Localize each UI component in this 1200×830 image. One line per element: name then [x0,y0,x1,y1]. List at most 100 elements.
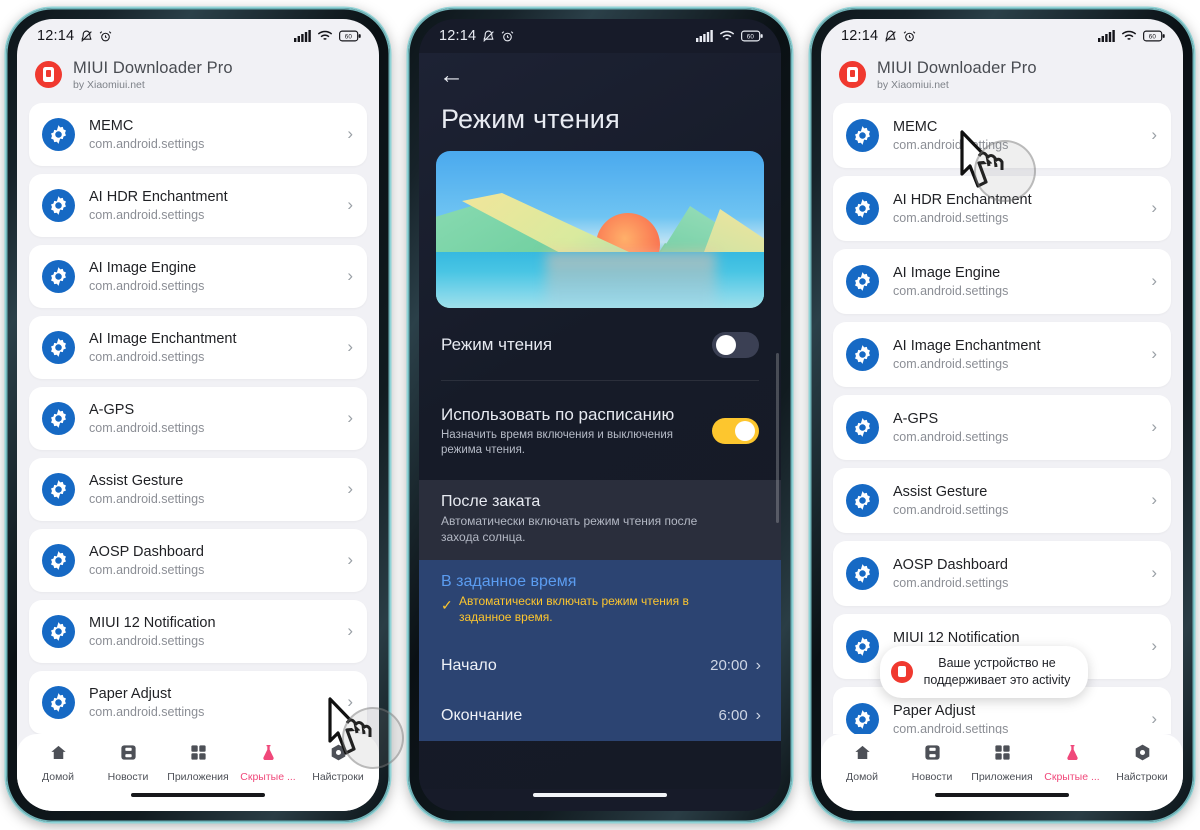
nav-item-apps[interactable]: Приложения [163,743,233,783]
chevron-right-icon: › [1151,563,1157,583]
nav-item-home[interactable]: Домой [827,743,897,783]
option-after-sunset[interactable]: После заката Автоматически включать режи… [419,479,781,561]
chevron-right-icon: › [1151,636,1157,656]
svg-text:60: 60 [345,34,353,41]
list-item[interactable]: AI HDR Enchantment com.android.settings … [29,173,367,237]
scrollbar[interactable] [776,353,779,523]
list-item[interactable]: A-GPS com.android.settings › [29,386,367,450]
bell-muted-icon [80,30,93,43]
app-list-right[interactable]: MEMC com.android.settings › AI HDR Encha… [821,102,1183,734]
list-item-package: com.android.settings [89,492,205,507]
wifi-icon [719,30,735,42]
chevron-right-icon: › [347,479,353,499]
reading-mode-toggle[interactable] [712,332,759,358]
list-item-title: MEMC [893,118,938,135]
cellular-signal-icon [1098,30,1115,42]
list-item-package: com.android.settings [893,576,1009,591]
flask-icon [259,743,278,767]
nav-item-home[interactable]: Домой [23,743,93,783]
app-header: MIUI Downloader Pro by Xiaomiui.net [17,53,379,103]
nav-item-hidden[interactable]: Скрытые ... [1037,743,1107,783]
reading-mode-body: ← Режим чтения Режим чтения Использовать… [419,53,781,789]
bottom-nav[interactable]: Домой Новости Приложения Скрытые ... Най… [821,734,1183,789]
list-item[interactable]: MEMC com.android.settings › [833,102,1171,168]
chevron-right-icon: › [1151,271,1157,291]
alarm-clock-icon [903,30,916,43]
gesture-bar [17,789,379,811]
alarm-clock-icon [99,30,112,43]
gear-icon [42,614,75,648]
chevron-right-icon: › [1151,490,1157,510]
list-item-package: com.android.settings [89,350,205,365]
back-row[interactable]: ← [419,53,781,90]
gear-icon [42,330,75,364]
gesture-bar [821,789,1183,811]
time-value: 20:00 [710,657,748,675]
nav-item-apps[interactable]: Приложения [967,743,1037,783]
gear-icon [846,264,879,298]
app-list-left[interactable]: MEMC com.android.settings › AI HDR Encha… [17,102,379,734]
status-time: 12:14 [37,28,75,44]
list-item[interactable]: A-GPS com.android.settings › [833,394,1171,460]
battery-icon: 60 [1143,30,1165,42]
list-item[interactable]: AI Image Enchantment com.android.setting… [833,321,1171,387]
list-item[interactable]: AOSP Dashboard com.android.settings › [833,540,1171,606]
chevron-right-icon: › [347,124,353,144]
list-item-title: MIUI 12 Notification [893,629,1020,646]
schedule-label: Использовать по расписанию [441,405,675,424]
wifi-icon [1121,30,1137,42]
time-row-end[interactable]: Окончание 6:00 › [419,690,781,741]
schedule-toggle[interactable] [712,418,759,445]
list-item[interactable]: AOSP Dashboard com.android.settings › [29,528,367,592]
bottom-nav[interactable]: Домой Новости Приложения Скрытые ... Най… [17,734,379,789]
nav-item-news[interactable]: Новости [897,743,967,783]
gear-icon [42,543,75,577]
cellular-signal-icon [696,30,713,42]
list-item[interactable]: MIUI 12 Notification com.android.setting… [29,599,367,663]
list-item[interactable]: MEMC com.android.settings › [29,102,367,166]
svg-text:60: 60 [1149,34,1157,41]
list-item-package: com.android.settings [893,503,1009,518]
phone-left: 12:14 60 MIUI Downloader Pro by Xiaomiui… [0,0,404,830]
gear-icon [846,556,879,590]
gear-icon [846,629,879,663]
phone-middle-screen: 12:14 60 ← Режим чтения Режим чтения Исп… [419,19,781,811]
gear-icon [42,472,75,506]
status-bar: 12:14 60 [17,19,379,53]
nav-item-settings[interactable]: Найстроки [1107,743,1177,783]
list-item-title: MIUI 12 Notification [89,614,216,631]
list-item-title: Assist Gesture [89,472,184,489]
list-item[interactable]: Assist Gesture com.android.settings › [833,467,1171,533]
settings-hex-icon [329,743,348,767]
option-description: Автоматически включать режим чтения в за… [459,594,689,625]
list-item[interactable]: AI Image Enchantment com.android.setting… [29,315,367,379]
list-item[interactable]: AI Image Engine com.android.settings › [833,248,1171,314]
reading-mode-toggle-row[interactable]: Режим чтения [419,308,781,380]
schedule-description: Назначить время включения и выключения р… [441,429,673,456]
list-item-package: com.android.settings [893,284,1009,299]
schedule-toggle-row[interactable]: Использовать по расписанию Назначить вре… [419,381,781,480]
arrow-left-icon[interactable]: ← [439,61,464,89]
time-row-start[interactable]: Начало 20:00 › [419,640,781,691]
list-item[interactable]: AI HDR Enchantment com.android.settings … [833,175,1171,241]
reading-mode-toggle-label: Режим чтения [441,335,553,354]
chevron-right-icon: › [347,408,353,428]
nav-item-hidden[interactable]: Скрытые ... [233,743,303,783]
gear-icon [42,188,75,222]
nav-label: Приложения [167,771,229,783]
list-item-title: A-GPS [893,410,939,427]
home-icon [49,743,68,767]
list-item-title: AI Image Enchantment [89,330,237,347]
nav-item-news[interactable]: Новости [93,743,163,783]
status-time: 12:14 [841,28,879,44]
nav-label: Скрытые ... [1044,771,1100,783]
option-custom-time[interactable]: В заданное время ✓ Автоматически включат… [419,560,781,641]
list-item[interactable]: Assist Gesture com.android.settings › [29,457,367,521]
list-item-title: AOSP Dashboard [89,543,204,560]
nav-item-settings[interactable]: Найстроки [303,743,373,783]
gear-icon [42,401,75,435]
app-header: MIUI Downloader Pro by Xiaomiui.net [821,53,1183,103]
list-item[interactable]: AI Image Engine com.android.settings › [29,244,367,308]
list-item[interactable]: Paper Adjust com.android.settings › [29,670,367,734]
apps-grid-icon [993,743,1012,767]
